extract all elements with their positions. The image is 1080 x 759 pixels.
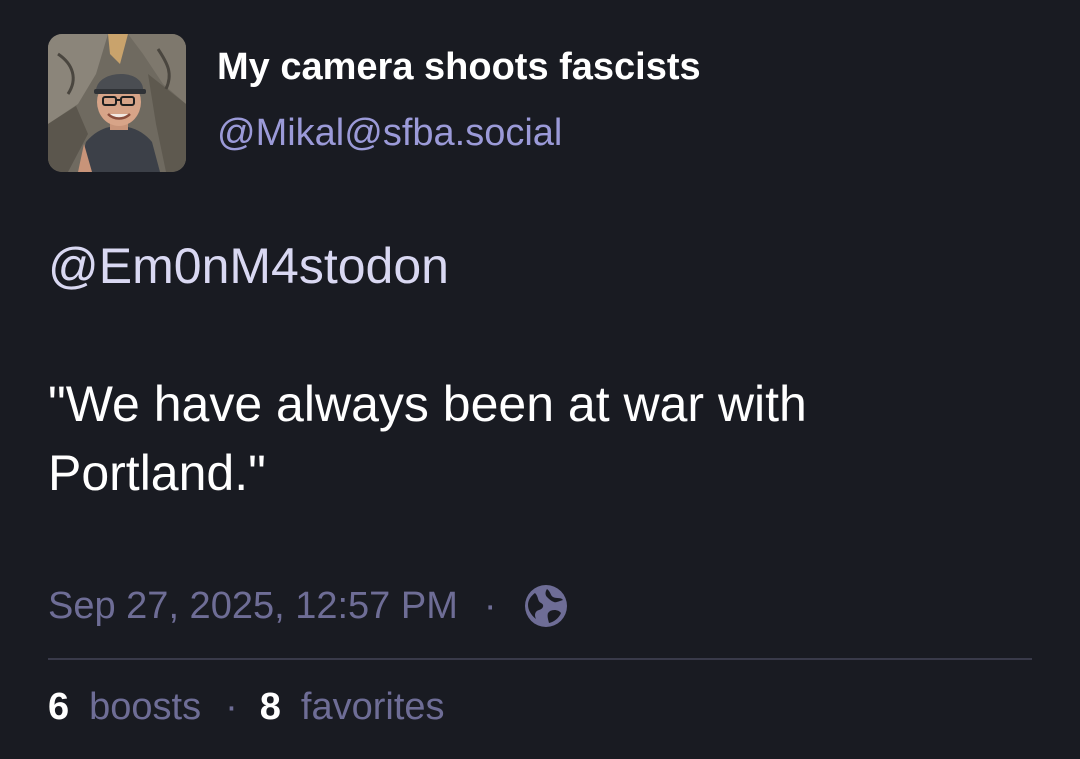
author-display-name[interactable]: My camera shoots fascists (217, 46, 701, 89)
favorites-label: favorites (300, 686, 445, 728)
mention-link[interactable]: @Em0nM4stodon (48, 238, 449, 294)
status-content: @Em0nM4stodon "We have always been at wa… (48, 232, 1008, 508)
boosts-stat[interactable]: 6 boosts (48, 686, 201, 729)
boosts-count: 6 (48, 686, 70, 728)
status-text: "We have always been at war with Portlan… (48, 376, 807, 501)
stats-separator: · (225, 686, 238, 728)
avatar-photo-icon (48, 34, 186, 172)
globe-icon (524, 585, 567, 627)
author-handle[interactable]: @Mikal@sfba.social (217, 112, 562, 155)
favorites-count: 8 (259, 686, 281, 728)
status-stats: 6 boosts · 8 favorites (48, 686, 445, 729)
favorites-stat[interactable]: 8 favorites (260, 686, 445, 729)
stats-divider (48, 658, 1032, 660)
status-detail: My camera shoots fascists @Mikal@sfba.so… (0, 0, 1080, 759)
boosts-label: boosts (89, 686, 202, 728)
status-meta: Sep 27, 2025, 12:57 PM · (48, 583, 569, 629)
status-timestamp[interactable]: Sep 27, 2025, 12:57 PM (48, 585, 458, 628)
author-avatar[interactable] (48, 34, 186, 172)
meta-separator: · (483, 584, 497, 627)
